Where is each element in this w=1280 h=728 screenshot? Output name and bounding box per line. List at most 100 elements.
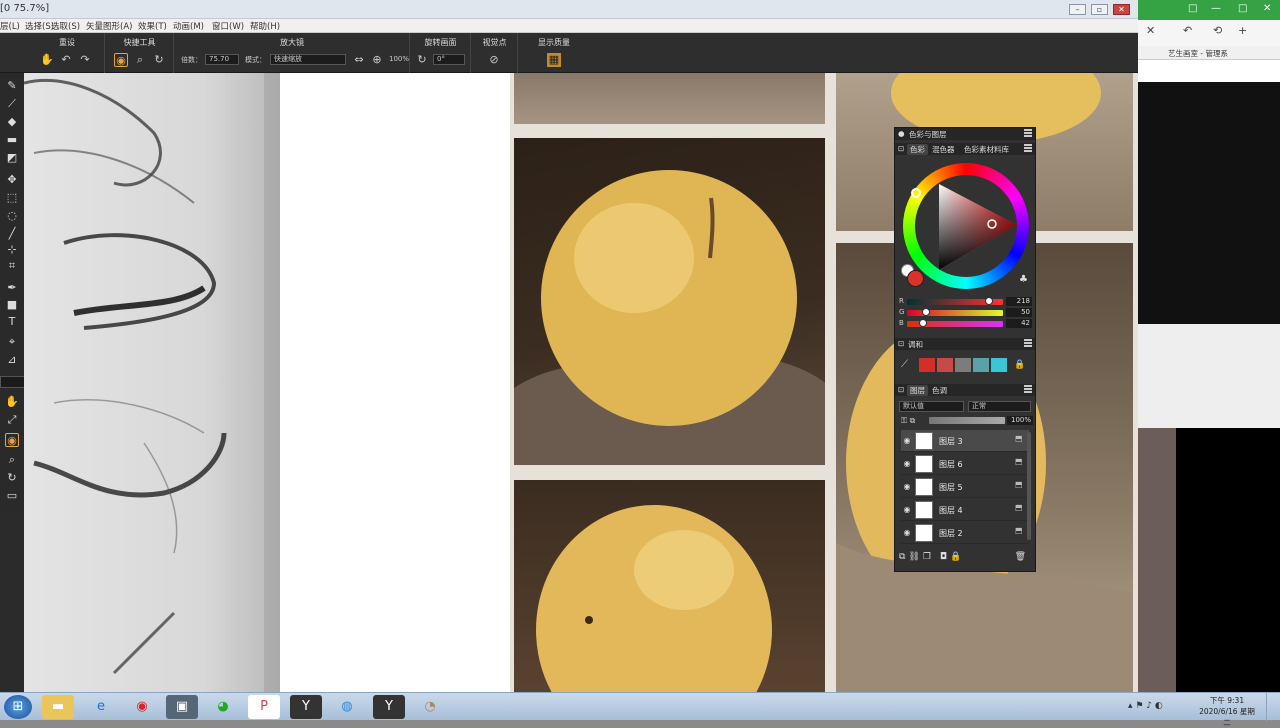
eye-icon[interactable]: ◉ [902,459,912,469]
layer-options-icons[interactable]: ⚿ ⧉ [901,416,915,426]
text-tool-icon[interactable]: T [5,315,19,329]
magnifier-icon[interactable]: ⌕ [5,453,19,467]
swatch-2[interactable] [937,358,953,372]
layer-lock-icon[interactable]: 🔒 [950,552,964,562]
layer-mode-icon[interactable]: ⬒ [1015,457,1025,467]
cut-icon[interactable]: ✕ [1146,24,1155,37]
color-menu-icon[interactable] [1024,144,1032,152]
layer-row[interactable]: ◉ 图层 6 ⬒ [901,453,1029,475]
blank-canvas[interactable] [280,73,510,692]
swatch-5[interactable] [991,358,1007,372]
dog-app-icon[interactable]: ◔ [414,695,446,719]
link-icon[interactable]: ⛓ [908,552,922,562]
menu-layer[interactable]: 层(L) [0,20,20,32]
tab-tone[interactable]: 色调 [932,385,947,396]
fill-tool-icon[interactable]: ◆ [5,115,19,129]
swatch-collapse-icon[interactable]: ⊡ [898,339,904,348]
zoom-input[interactable]: 75.70 [205,54,239,65]
tab-color-library[interactable]: 色彩素材料库 [964,144,1009,155]
menu-pick[interactable]: 选取(S) [51,20,80,32]
explorer-icon[interactable]: ▬ [42,695,74,719]
layer-scrollbar[interactable] [1027,432,1031,540]
layer-menu-icon[interactable] [1024,385,1032,393]
clock[interactable]: 下午 9:31 2020/6/16 星期二 [1196,695,1258,728]
tab-layers[interactable]: 图层 [907,385,928,396]
saturation-triangle[interactable] [925,178,1021,278]
swatch-1[interactable] [919,358,935,372]
crop-icon[interactable]: ⌗ [5,259,19,273]
rotate-angle-input[interactable]: 0° [433,54,465,65]
refresh-icon[interactable]: ⟲ [1213,24,1222,37]
green-slider[interactable]: G 50 [899,308,1033,317]
transform-icon[interactable]: ⊹ [5,243,19,257]
panel-menu-icon[interactable] [1024,129,1032,137]
hue-knob[interactable] [911,188,921,198]
start-button[interactable]: ⊞ [4,695,32,719]
show-desktop-button[interactable] [1266,693,1280,721]
green-knob[interactable] [921,308,930,316]
quality-icon[interactable]: ▦ [547,53,561,67]
eye-icon[interactable]: ◉ [902,482,912,492]
trash-icon[interactable]: 🗑 [1015,552,1029,562]
mask-icon[interactable]: ◘ [940,552,950,562]
layer-row[interactable]: ◉ 图层 3 ⬒ [901,430,1029,452]
viewpoint-icon[interactable]: ⊘ [487,53,501,67]
blue-slider[interactable]: B 42 [899,319,1033,328]
picker-tool-icon[interactable]: ♣ [1019,274,1028,285]
tab-color[interactable]: 色彩 [907,144,928,155]
menu-effect[interactable]: 效果(T) [138,20,167,32]
pen-icon[interactable]: ✒ [5,281,19,295]
menu-window[interactable]: 窗口(W) [212,20,244,32]
zoom-100-button[interactable]: 100% [389,55,409,63]
undo-hand-icon[interactable]: ↶ [59,53,73,67]
shape-icon[interactable]: ■ [5,298,19,312]
close-icon[interactable]: ✕ [1263,3,1271,14]
fit-screen-icon[interactable]: ⊕ [370,53,384,67]
swatch-dropper-icon[interactable]: ⟋ [901,359,908,370]
menu-select[interactable]: 选择(S) [25,20,54,32]
layer-row[interactable]: ◉ 图层 2 ⬒ [901,522,1029,544]
powerpoint-icon[interactable]: P [248,695,280,719]
lasso-icon[interactable]: ◌ [5,209,19,223]
menu-animation[interactable]: 动画(M) [173,20,204,32]
layer-mode-icon[interactable]: ⬒ [1015,503,1025,513]
tray-icons[interactable]: ▴ ⚑ ♪ ◐ [1128,701,1163,711]
gradient-tool-icon[interactable]: ▬ [5,133,19,147]
ie-icon[interactable]: e [85,695,117,719]
dropper-tool-icon[interactable]: ⟋ [5,97,19,111]
pan-tool-icon[interactable]: ◉ [114,53,128,67]
qq-browser-icon[interactable]: ◍ [331,695,363,719]
restore-icon[interactable]: □ [1188,3,1197,14]
rotate-reset-icon[interactable]: ↻ [415,53,429,67]
eraser-tool-icon[interactable]: ◩ [5,151,19,165]
wechat-icon[interactable]: ◕ [207,695,239,719]
opacity-slider[interactable] [929,417,1005,424]
blend-mode-select[interactable]: 正常 [968,401,1031,412]
composite-select[interactable]: 默认值 [899,401,964,412]
eye-icon[interactable]: ◉ [902,505,912,515]
brush-tool-icon[interactable]: ✎ [5,79,19,93]
hand-icon[interactable]: ✋ [40,53,54,67]
layer-collapse-icon[interactable]: ⊡ [898,385,904,394]
bookmark-link[interactable]: 艺生画室 - 管理系 [1168,48,1228,59]
green-value-input[interactable]: 50 [1006,308,1032,317]
blue-value-input[interactable]: 42 [1006,319,1032,328]
rect-select-icon[interactable]: ⬚ [5,191,19,205]
ruler-icon[interactable]: ⊿ [5,353,19,367]
tab-mixer[interactable]: 混色器 [932,144,955,155]
rotate-tool-icon[interactable]: ↻ [152,53,166,67]
scale-icon[interactable]: ⤢ [5,413,19,427]
mode-select[interactable]: 快速缩放 [270,54,346,65]
eye-icon[interactable]: ◉ [902,436,912,446]
rotate-view-icon[interactable]: ↻ [5,471,19,485]
maximize-icon[interactable]: □ [1238,3,1247,14]
redo-hand-icon[interactable]: ↷ [78,53,92,67]
eye-icon[interactable]: ◉ [902,528,912,538]
layer-row[interactable]: ◉ 图层 4 ⬒ [901,499,1029,521]
minimize-button[interactable]: – [1069,4,1086,15]
menu-help[interactable]: 帮助(H) [250,20,280,32]
swatch-3[interactable] [955,358,971,372]
move-tool-icon[interactable]: ✥ [5,173,19,187]
fit-width-icon[interactable]: ⇔ [352,53,366,67]
photo-viewer-icon[interactable]: ▣ [166,695,198,719]
